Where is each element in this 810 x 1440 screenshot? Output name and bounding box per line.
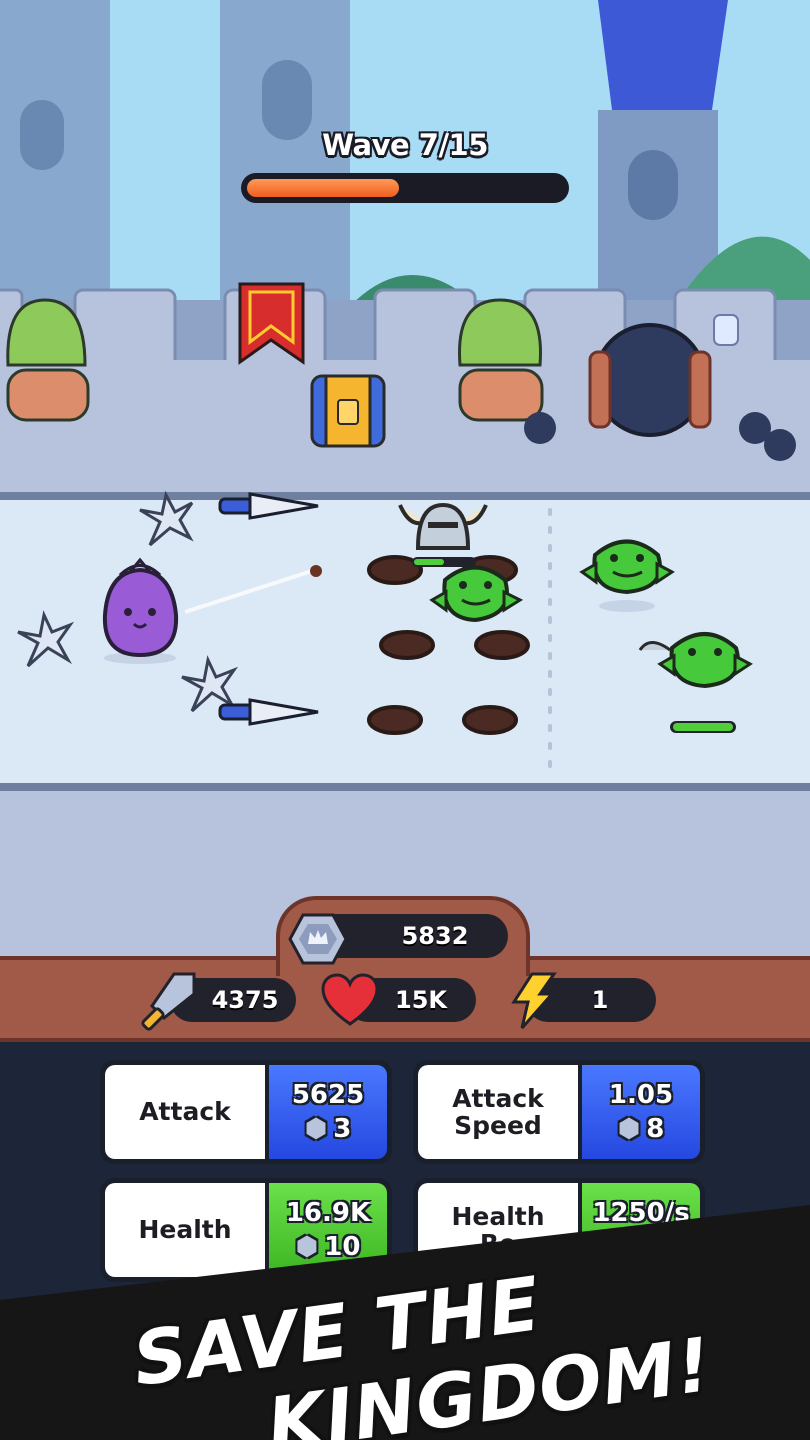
promo-banner-background <box>0 1205 810 1440</box>
game-scene: Wave 7/15 5832 4375 15K 1 Attack 5625 ⬢ 3 <box>0 0 810 1440</box>
